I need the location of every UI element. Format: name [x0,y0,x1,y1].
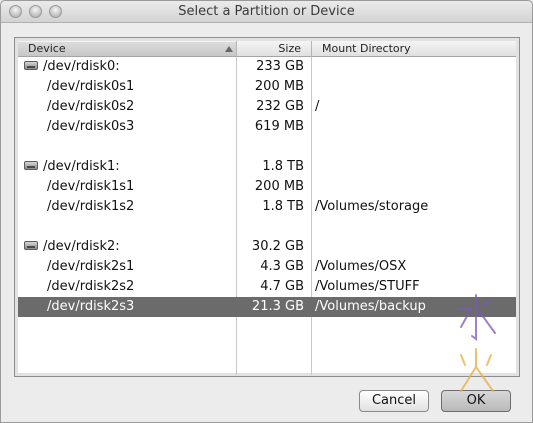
mount-directory-cell: /Volumes/storage [315,199,429,214]
partition-row[interactable]: /dev/rdisk0s3 619 MB [18,117,516,137]
size-cell: 21.3 GB [251,299,304,314]
hard-disk-icon [24,61,38,70]
mount-directory-cell: /Volumes/OSX [315,259,407,274]
device-cell: /dev/rdisk2: [43,239,120,254]
hard-disk-icon [24,241,38,250]
column-header-device-label: Device [28,42,66,55]
size-cell: 200 MB [254,79,304,94]
device-cell: /dev/rdisk2s2 [47,279,135,294]
partition-row[interactable]: /dev/rdisk1s2 1.8 TB/Volumes/storage [18,197,516,217]
disk-row[interactable]: /dev/rdisk1: 1.8 TB [18,157,516,177]
size-cell: 30.2 GB [251,239,304,254]
column-header-mount-directory[interactable]: Mount Directory [312,42,516,56]
size-cell: 4.3 GB [260,259,304,274]
device-cell: /dev/rdisk0s3 [47,119,135,134]
device-cell: /dev/rdisk0s2 [47,99,135,114]
hard-disk-icon [24,161,38,170]
partition-row[interactable]: /dev/rdisk0s1 200 MB [18,77,516,97]
partition-row[interactable]: /dev/rdisk1s1 200 MB [18,177,516,197]
column-header-size[interactable]: Size [237,42,311,56]
size-cell: 232 GB [256,99,304,114]
device-cell: /dev/rdisk1s2 [47,199,135,214]
spacer-row [18,137,516,157]
column-header-mount-label: Mount Directory [322,42,411,55]
size-cell: 1.8 TB [262,159,304,174]
device-cell: /dev/rdisk1s1 [47,179,135,194]
dialog-window: Select a Partition or Device Device Size… [0,0,533,423]
device-cell: /dev/rdisk2s1 [47,259,135,274]
mount-directory-cell: /Volumes/backup [315,299,426,314]
column-header-size-label: Size [278,42,301,55]
device-cell: /dev/rdisk0s1 [47,79,135,94]
device-cell: /dev/rdisk2s3 [47,299,135,314]
size-cell: 200 MB [254,179,304,194]
title-bar: Select a Partition or Device [1,1,532,23]
spacer-row [18,217,516,237]
table-body: /dev/rdisk0: 233 GB/dev/rdisk0s1 200 MB/de… [18,57,516,317]
cancel-button[interactable]: Cancel [359,390,429,412]
window-title: Select a Partition or Device [178,4,355,19]
partition-row[interactable]: /dev/rdisk0s2 232 GB / [18,97,516,117]
partition-row[interactable]: /dev/rdisk2s1 4.3 GB/Volumes/OSX [18,257,516,277]
device-cell: /dev/rdisk1: [43,159,120,174]
column-header-device[interactable]: Device [18,42,236,56]
partition-table[interactable]: Device Size Mount Directory /dev/rdisk0:… [14,37,520,377]
mount-directory-cell: /Volumes/STUFF [315,279,420,294]
size-cell: 619 MB [254,119,304,134]
table-header: Device Size Mount Directory [18,41,516,57]
size-cell: 233 GB [256,59,304,74]
partition-row[interactable]: /dev/rdisk2s2 4.7 GB/Volumes/STUFF [18,277,516,297]
mount-directory-cell: / [315,99,320,114]
sort-ascending-icon [225,46,233,52]
partition-row[interactable]: /dev/rdisk2s3 21.3 GB/Volumes/backup [18,297,516,317]
disk-row[interactable]: /dev/rdisk0: 233 GB [18,57,516,77]
watermark-logo [458,294,496,392]
size-cell: 4.7 GB [260,279,304,294]
device-cell: /dev/rdisk0: [43,59,120,74]
size-cell: 1.8 TB [262,199,304,214]
disk-row[interactable]: /dev/rdisk2: 30.2 GB [18,237,516,257]
